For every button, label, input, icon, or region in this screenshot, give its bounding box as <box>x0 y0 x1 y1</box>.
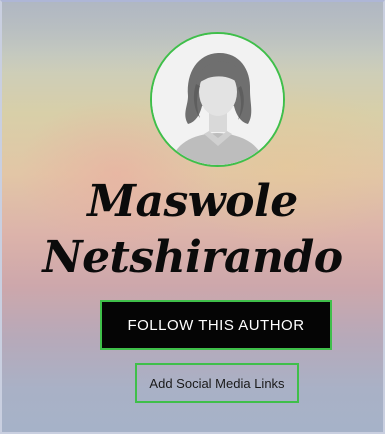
add-social-links-button[interactable]: Add Social Media Links <box>135 363 299 403</box>
author-avatar <box>150 32 285 167</box>
default-female-avatar-icon <box>152 34 283 165</box>
follow-author-button[interactable]: FOLLOW THIS AUTHOR <box>100 300 332 350</box>
author-first-name: Maswole <box>87 176 298 227</box>
author-name: Maswole Netshirando <box>2 174 383 286</box>
author-last-name: Netshirando <box>42 232 343 283</box>
author-card: Maswole Netshirando FOLLOW THIS AUTHOR A… <box>0 0 385 434</box>
